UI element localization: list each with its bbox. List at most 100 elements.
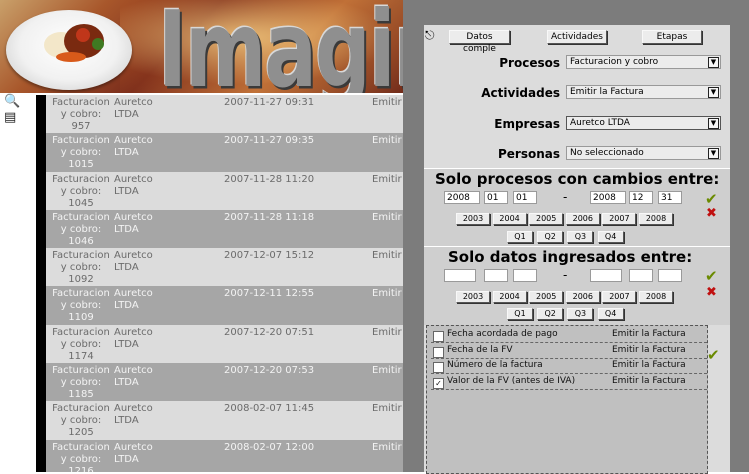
field-row: Fecha de la FV Emitir la Factura [431, 343, 707, 359]
field-checkbox[interactable] [433, 362, 444, 373]
changes-year-button-2007[interactable]: 2007 [602, 213, 637, 225]
process-list: Facturacion y cobro: 957 Auretco LTDA 2007… [36, 95, 403, 472]
entered-quarter-button-q2[interactable]: Q2 [537, 308, 564, 320]
activity-cell: Emitir [372, 97, 402, 108]
field-name: Valor de la FV (antes de IVA) [447, 375, 576, 386]
table-row[interactable]: Facturacion y cobro: 1015 Auretco LTDA 200… [46, 133, 403, 172]
procesos-select-value: Facturacion y cobro [570, 57, 659, 67]
date-cell: 2007-11-27 09:35 [224, 135, 315, 147]
entered-year-button-2008[interactable]: 2008 [639, 291, 673, 303]
tab-actividades[interactable]: Actividades [547, 30, 607, 44]
changes-separator: - [563, 190, 568, 204]
date-cell: 2008-02-07 11:45 [224, 403, 315, 415]
date-cell: 2007-11-28 11:20 [224, 173, 315, 185]
actividades-select-value: Emitir la Factura [570, 87, 644, 97]
chevron-down-icon: ▼ [708, 118, 719, 129]
entered-to-year[interactable] [590, 269, 622, 282]
changes-from-year[interactable]: 2008 [444, 191, 480, 204]
changes-year-button-2006[interactable]: 2006 [565, 213, 600, 225]
table-row[interactable]: Facturacion y cobro: 1045 Auretco LTDA 200… [46, 171, 403, 210]
changes-to-year[interactable]: 2008 [590, 191, 626, 204]
actividades-label: Actividades [481, 86, 560, 100]
fields-list: Fecha acordada de pago Emitir la Factura F… [426, 325, 708, 474]
changes-quarter-button-q3[interactable]: Q3 [567, 231, 594, 243]
chevron-down-icon: ▼ [708, 148, 719, 159]
field-activity: Emitir la Factura [612, 329, 686, 339]
changes-to-day[interactable]: 31 [658, 191, 682, 204]
field-name: Número de la factura [447, 360, 543, 370]
field-checkbox[interactable]: ✓ [433, 377, 444, 389]
apply-entered-check-icon[interactable]: ✔ [705, 267, 718, 285]
changes-year-button-2008[interactable]: 2008 [639, 213, 673, 225]
empresas-select-value: Auretco LTDA [570, 118, 630, 128]
personas-select[interactable]: No seleccionado ▼ [566, 146, 721, 160]
company-cell: Auretco LTDA [114, 250, 153, 274]
entered-from-day[interactable] [513, 269, 537, 282]
tab-etapas[interactable]: Etapas [642, 30, 702, 44]
table-row[interactable]: Facturacion y cobro: 1174 Auretco LTDA 200… [46, 324, 403, 364]
entered-year-button-2005[interactable]: 2005 [529, 291, 564, 303]
changes-to-month[interactable]: 12 [629, 191, 653, 204]
field-row: ✓ Valor de la FV (antes de IVA) Emitir la … [431, 374, 707, 390]
clear-entered-x-icon[interactable]: ✖ [706, 285, 717, 300]
field-checkbox[interactable] [433, 346, 444, 358]
table-row[interactable]: Facturacion y cobro: 1109 Auretco LTDA 200… [46, 286, 403, 325]
process-cell: Facturacion y cobro: 1205 [52, 403, 110, 439]
changes-from-month[interactable]: 01 [484, 191, 508, 204]
changes-year-button-2003[interactable]: 2003 [456, 213, 490, 225]
activity-cell: Emitir [372, 326, 402, 338]
company-cell: Auretco LTDA [114, 326, 153, 350]
process-cell: Facturacion y cobro: 1046 [52, 211, 110, 247]
clear-changes-x-icon[interactable]: ✖ [706, 206, 717, 221]
table-row[interactable]: Facturacion y cobro: 1046 Auretco LTDA 200… [46, 209, 403, 249]
banner-title: Imaginar [158, 0, 403, 93]
chevron-down-icon: ▼ [708, 87, 719, 98]
entered-to-day[interactable] [658, 269, 682, 282]
process-cell: Facturacion y cobro: 1015 [52, 135, 110, 171]
entered-quarter-button-q3[interactable]: Q3 [567, 308, 594, 320]
changes-quarter-button-q4[interactable]: Q4 [597, 231, 624, 243]
activity-cell: Emitir [372, 288, 402, 300]
date-cell: 2007-11-27 09:31 [224, 97, 315, 108]
changes-year-button-2005[interactable]: 2005 [529, 213, 564, 225]
entered-year-button-2003[interactable]: 2003 [456, 291, 490, 303]
changes-title: Solo procesos con cambios entre: [435, 170, 720, 188]
entered-to-month[interactable] [629, 269, 653, 282]
chevron-down-icon: ▼ [708, 57, 719, 68]
table-row[interactable]: Facturacion y cobro: 1205 Auretco LTDA 200… [46, 401, 403, 440]
magnifier-icon[interactable]: 🔍 [4, 94, 20, 109]
process-cell: Facturacion y cobro: 1092 [52, 250, 110, 286]
entered-from-year[interactable] [444, 269, 476, 282]
activity-cell: Emitir [372, 441, 402, 453]
changes-quarter-button-q1[interactable]: Q1 [507, 231, 533, 243]
filter-icon[interactable]: ⎋ [425, 28, 435, 43]
company-cell: Auretco LTDA [114, 173, 153, 197]
binoculars-icon[interactable]: ▤ [4, 110, 16, 125]
table-row[interactable]: Facturacion y cobro: 1185 Auretco LTDA 200… [46, 363, 403, 402]
entered-year-button-2004[interactable]: 2004 [492, 291, 527, 303]
personas-select-value: No seleccionado [570, 148, 644, 158]
date-cell: 2007-11-28 11:18 [224, 211, 315, 223]
company-cell: Auretco LTDA [114, 97, 153, 120]
entered-year-button-2006[interactable]: 2006 [565, 291, 600, 303]
table-row[interactable]: Facturacion y cobro: 1216 Auretco LTDA 200… [46, 439, 403, 472]
table-row[interactable]: Facturacion y cobro: 957 Auretco LTDA 2007… [46, 95, 403, 134]
entered-quarter-button-q1[interactable]: Q1 [507, 308, 533, 320]
process-cell: Facturacion y cobro: 1109 [52, 288, 110, 324]
entered-year-button-2007[interactable]: 2007 [602, 291, 637, 303]
field-checkbox[interactable] [433, 331, 444, 342]
table-row[interactable]: Facturacion y cobro: 1092 Auretco LTDA 200… [46, 248, 403, 287]
empresas-label: Empresas [494, 117, 560, 131]
empresas-select[interactable]: Auretco LTDA ▼ [566, 116, 721, 130]
entered-from-month[interactable] [484, 269, 508, 282]
tab-datos-completos[interactable]: Datos comple [449, 30, 510, 54]
apply-fields-check-icon[interactable]: ✔ [707, 346, 720, 364]
actividades-select[interactable]: Emitir la Factura ▼ [566, 85, 721, 99]
changes-year-button-2004[interactable]: 2004 [492, 213, 527, 225]
procesos-select[interactable]: Facturacion y cobro ▼ [566, 55, 721, 69]
process-cell: Facturacion y cobro: 1045 [52, 173, 110, 209]
company-cell: Auretco LTDA [114, 211, 153, 235]
changes-quarter-button-q2[interactable]: Q2 [537, 231, 564, 243]
changes-from-day[interactable]: 01 [513, 191, 537, 204]
entered-quarter-button-q4[interactable]: Q4 [597, 308, 624, 320]
